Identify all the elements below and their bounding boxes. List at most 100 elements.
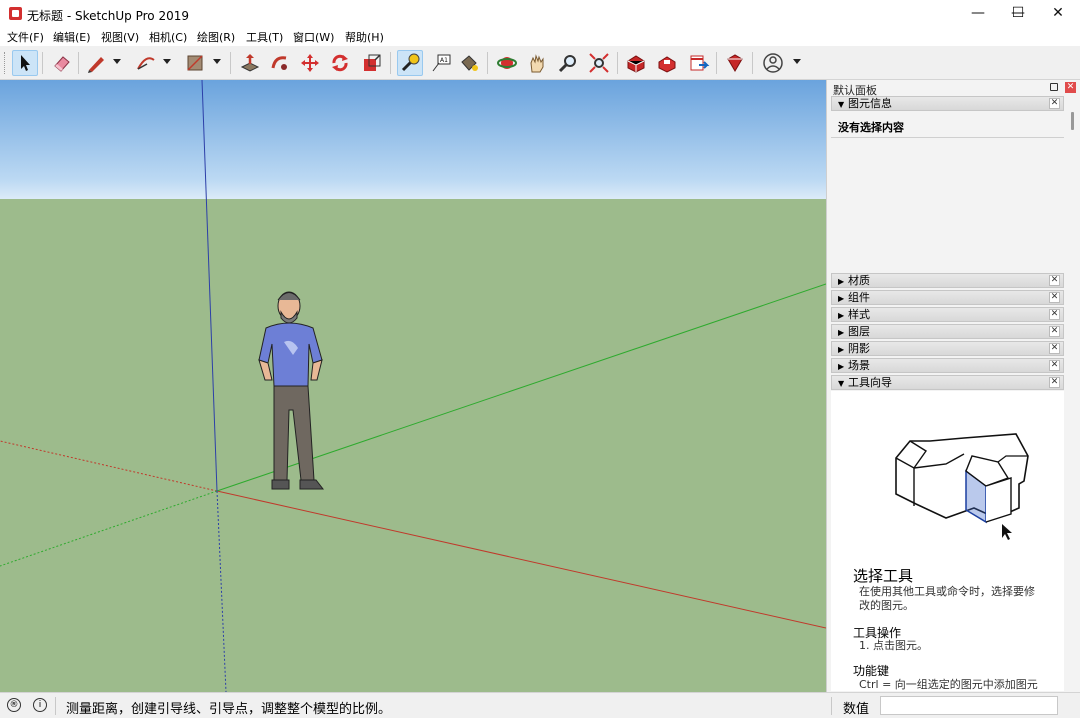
panel-components[interactable]: ▶ 组件 ✕ [831, 290, 1064, 305]
geo-location-icon[interactable]: ® [7, 698, 21, 712]
panel-close-icon[interactable]: ✕ [1049, 275, 1060, 286]
tray-scrollbar[interactable] [1071, 112, 1074, 130]
scale-icon [364, 54, 381, 71]
panel-label: 图层 [848, 325, 870, 338]
zoom-extents-tool-button[interactable] [586, 50, 612, 76]
collapsed-triangle-icon: ▶ [838, 362, 845, 371]
close-window-button[interactable]: ✕ [1038, 0, 1078, 28]
panel-instructor[interactable]: ▼ 工具向导 ✕ [831, 375, 1064, 390]
pan-icon [530, 54, 544, 73]
title-bar: 无标题 - SketchUp Pro 2019 — [0, 0, 1080, 28]
arc-tool-dropdown[interactable] [163, 59, 171, 64]
blue-axis-negative [216, 490, 227, 692]
push-pull-icon [240, 54, 260, 72]
toolbar-separator [487, 52, 488, 74]
panel-close-icon[interactable]: ✕ [1049, 326, 1060, 337]
model-viewport[interactable] [0, 80, 826, 692]
tape-measure-tool-button[interactable] [397, 50, 423, 76]
account-icon [763, 53, 783, 73]
rotate-tool-button[interactable] [327, 50, 353, 76]
extension-manager-button[interactable] [722, 50, 748, 76]
follow-me-icon [271, 56, 287, 70]
extension-manager-icon [727, 54, 743, 72]
line-tool-button[interactable] [83, 50, 109, 76]
toolbar-separator [390, 52, 391, 74]
panel-close-icon[interactable]: ✕ [1049, 343, 1060, 354]
arc-tool-button[interactable] [133, 50, 159, 76]
status-bar: ® i 测量距离，创建引导线、引导点，调整整个模型的比例。 数值 [0, 692, 1080, 718]
minimize-button[interactable]: — [958, 0, 998, 28]
shape-tool-dropdown[interactable] [213, 59, 221, 64]
menu-file[interactable]: 文件(F) [7, 29, 44, 45]
account-button[interactable] [760, 50, 786, 76]
arc-icon [137, 57, 155, 70]
instructor-toggle-icon[interactable]: i [33, 698, 47, 712]
tray-close-button[interactable]: ✕ [1065, 82, 1076, 93]
panel-close-icon[interactable]: ✕ [1049, 360, 1060, 371]
toolbar-separator [230, 52, 231, 74]
extension-warehouse-button[interactable] [654, 50, 680, 76]
text-tool-button[interactable]: A1 [428, 50, 454, 76]
account-dropdown[interactable] [793, 59, 801, 64]
select-arrow-icon [21, 55, 30, 71]
menu-tools[interactable]: 工具(T) [246, 29, 283, 45]
toolbar-separator [42, 52, 43, 74]
send-to-layout-icon [690, 55, 710, 71]
3d-warehouse-button[interactable] [623, 50, 649, 76]
green-axis-negative [0, 490, 218, 567]
follow-me-tool-button[interactable] [267, 50, 293, 76]
menu-camera[interactable]: 相机(C) [149, 29, 187, 45]
tray-pin-icon[interactable] [1050, 83, 1058, 91]
instructor-description-2: 改的图元。 [859, 599, 914, 612]
panel-close-icon[interactable]: ✕ [1049, 292, 1060, 303]
collapsed-triangle-icon: ▶ [838, 328, 845, 337]
push-pull-tool-button[interactable] [237, 50, 263, 76]
panel-shadows[interactable]: ▶ 阴影 ✕ [831, 341, 1064, 356]
panel-close-icon[interactable]: ✕ [1049, 98, 1060, 109]
line-tool-dropdown[interactable] [113, 59, 121, 64]
toolbar-grip[interactable] [4, 52, 7, 74]
status-separator [831, 697, 832, 715]
move-tool-button[interactable] [297, 50, 323, 76]
menu-view[interactable]: 视图(V) [101, 29, 139, 45]
measurements-input[interactable] [880, 696, 1058, 715]
orbit-icon [497, 57, 517, 69]
rectangle-tool-button[interactable] [182, 50, 208, 76]
eraser-tool-button[interactable] [49, 50, 75, 76]
send-to-layout-button[interactable] [686, 50, 712, 76]
panel-materials[interactable]: ▶ 材质 ✕ [831, 273, 1064, 288]
panel-layers[interactable]: ▶ 图层 ✕ [831, 324, 1064, 339]
instructor-content: 选择工具 在使用其他工具或命令时，选择要修 改的图元。 工具操作 1. 点击图元… [831, 391, 1064, 691]
orbit-tool-button[interactable] [494, 50, 520, 76]
select-tool-illustration [895, 433, 1029, 540]
panel-close-icon[interactable]: ✕ [1049, 309, 1060, 320]
pan-tool-button[interactable] [524, 50, 550, 76]
scale-tool-button[interactable] [359, 50, 385, 76]
menu-window[interactable]: 窗口(W) [293, 29, 334, 45]
maximize-button[interactable]: ☐ [998, 0, 1038, 28]
panel-styles[interactable]: ▶ 样式 ✕ [831, 307, 1064, 322]
menu-help[interactable]: 帮助(H) [345, 29, 384, 45]
menu-draw[interactable]: 绘图(R) [197, 29, 235, 45]
panel-label: 场景 [848, 359, 870, 372]
red-axis [216, 490, 826, 629]
zoom-tool-button[interactable] [555, 50, 581, 76]
panel-close-icon[interactable]: ✕ [1049, 377, 1060, 388]
select-tool-button[interactable] [12, 50, 38, 76]
panel-entity-info[interactable]: ▼ 图元信息 ✕ [831, 96, 1064, 111]
tape-measure-icon [401, 53, 420, 72]
menu-edit[interactable]: 编辑(E) [53, 29, 91, 45]
entity-info-content: 没有选择内容 [831, 113, 1064, 138]
panel-label: 材质 [848, 274, 870, 287]
default-tray: 默认面板 ✕ ▼ 图元信息 ✕ 没有选择内容 ▶ 材质 ✕ ▶ 组件 ✕ ▶ 样式 ✕ … [826, 80, 1080, 692]
collapsed-triangle-icon: ▶ [838, 294, 845, 303]
toolbar: A1 [0, 46, 1080, 80]
scale-figure[interactable] [258, 291, 325, 490]
window-title: 无标题 - SketchUp Pro 2019 [27, 9, 189, 23]
collapsed-triangle-icon: ▶ [838, 345, 845, 354]
panel-scenes[interactable]: ▶ 场景 ✕ [831, 358, 1064, 373]
paint-bucket-tool-button[interactable] [456, 50, 482, 76]
red-axis-negative [0, 440, 218, 492]
collapsed-triangle-icon: ▶ [838, 311, 845, 320]
rectangle-shape-icon [187, 55, 203, 71]
